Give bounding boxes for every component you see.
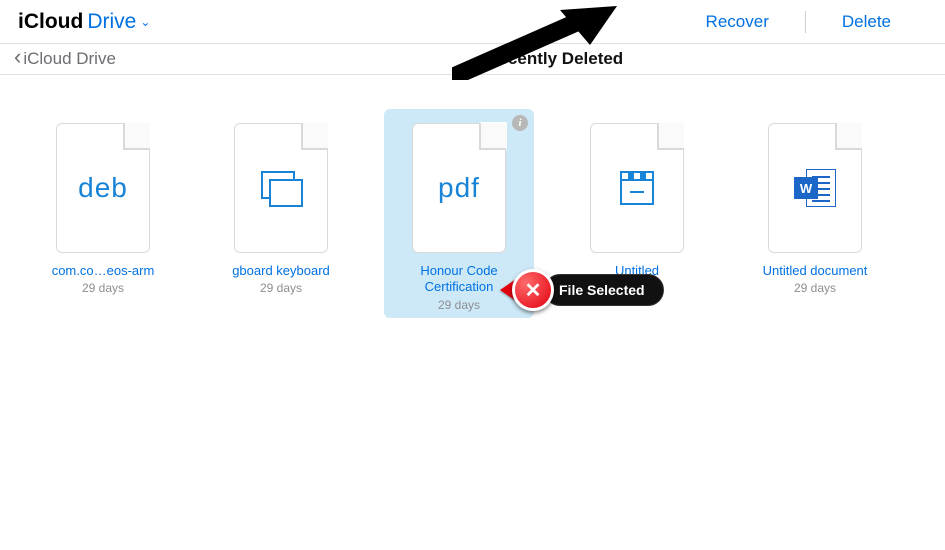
folder-icon [261, 171, 301, 205]
file-item[interactable]: W Untitled document 29 days [740, 109, 890, 318]
breadcrumb-bar: ‹ iCloud Drive Recently Deleted [0, 44, 945, 75]
icloud-drive-dropdown[interactable]: iCloud Drive ⌄ [18, 10, 150, 34]
brand-icloud: iCloud [18, 10, 83, 34]
word-doc-icon: W [794, 169, 836, 207]
recover-button[interactable]: Recover [670, 12, 805, 32]
file-thumbnail: W [768, 123, 862, 253]
file-name: gboard keyboard [232, 263, 330, 279]
back-label: iCloud Drive [23, 49, 116, 69]
file-name: Untitled document [763, 263, 868, 279]
file-thumbnail [590, 123, 684, 253]
brand-drive: Drive [87, 10, 136, 34]
clapperboard-icon [620, 171, 654, 205]
header-bar: iCloud Drive ⌄ Recover Delete [0, 0, 945, 44]
file-thumbnail [234, 123, 328, 253]
file-days: 29 days [260, 281, 302, 295]
file-thumbnail: pdf [412, 123, 506, 253]
file-ext-icon: deb [78, 172, 128, 204]
file-days: 29 days [616, 281, 658, 295]
file-days: 29 days [794, 281, 836, 295]
file-name: Untitled [615, 263, 659, 279]
info-icon[interactable]: i [512, 115, 528, 131]
chevron-down-icon: ⌄ [140, 15, 150, 29]
delete-button[interactable]: Delete [806, 12, 927, 32]
file-thumbnail: deb [56, 123, 150, 253]
file-days: 29 days [82, 281, 124, 295]
file-ext-icon: pdf [438, 172, 480, 204]
file-item[interactable]: deb com.co…eos-arm 29 days [28, 109, 178, 318]
back-button[interactable]: ‹ iCloud Drive [14, 48, 116, 70]
file-item[interactable]: Untitled 29 days [562, 109, 712, 318]
file-days: 29 days [438, 298, 480, 312]
file-grid: deb com.co…eos-arm 29 days gboard keyboa… [0, 75, 945, 352]
file-name: Honour Code Certification [389, 263, 529, 296]
file-item-selected[interactable]: i pdf Honour Code Certification 29 days [384, 109, 534, 318]
page-title: Recently Deleted [486, 49, 623, 69]
header-actions: Recover Delete [670, 11, 927, 33]
chevron-left-icon: ‹ [14, 46, 21, 68]
file-item[interactable]: gboard keyboard 29 days [206, 109, 356, 318]
file-name: com.co…eos-arm [52, 263, 155, 279]
